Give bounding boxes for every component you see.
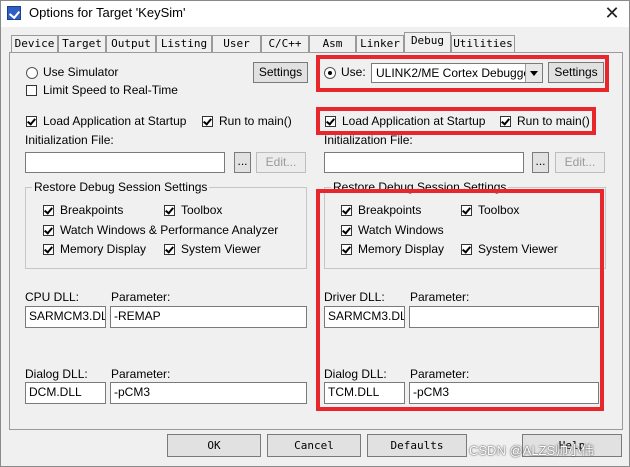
cpu-param-label: Parameter: — [111, 290, 171, 304]
use-simulator-label: Use Simulator — [43, 65, 119, 79]
left-toolbox-checkbox[interactable] — [164, 205, 175, 216]
tab-linker[interactable]: Linker — [356, 35, 404, 52]
left-load-app-checkbox[interactable] — [26, 116, 37, 127]
left-breakpoints-checkbox[interactable] — [43, 205, 54, 216]
left-memory-display-checkbox[interactable] — [43, 244, 54, 255]
tab-asm[interactable]: Asm — [309, 35, 356, 52]
left-load-app-label: Load Application at Startup — [43, 114, 187, 128]
window-title: Options for Target 'KeySim' — [29, 5, 186, 20]
highlight-load-run — [316, 107, 596, 135]
left-toolbox-label: Toolbox — [181, 203, 223, 217]
highlight-debugger-select — [316, 55, 609, 92]
right-init-file-input[interactable] — [324, 152, 524, 173]
simulator-settings-button[interactable]: Settings — [253, 62, 308, 83]
title-bar: Options for Target 'KeySim' ✕ — [1, 1, 629, 27]
cpu-dll-label: CPU DLL: — [25, 290, 80, 304]
cpu-param-input[interactable]: -REMAP — [110, 306, 307, 328]
left-system-viewer-label: System Viewer — [181, 242, 261, 256]
tab-user[interactable]: User — [212, 35, 261, 52]
use-simulator-radio[interactable] — [26, 67, 38, 79]
close-icon[interactable]: ✕ — [601, 3, 623, 23]
limit-speed-checkbox[interactable] — [26, 85, 37, 96]
right-edit-button[interactable]: Edit... — [555, 152, 605, 173]
options-dialog: Options for Target 'KeySim' ✕ Device Tar… — [0, 0, 630, 467]
left-memory-display-label: Memory Display — [60, 242, 147, 256]
left-init-file-input[interactable] — [25, 152, 225, 173]
cancel-button[interactable]: Cancel — [267, 434, 361, 457]
left-browse-button[interactable]: ... — [234, 152, 251, 173]
left-dialog-param-label: Parameter: — [111, 367, 171, 381]
left-breakpoints-label: Breakpoints — [60, 203, 124, 217]
left-dialog-dll-label: Dialog DLL: — [25, 367, 88, 381]
left-run-to-main-checkbox[interactable] — [202, 116, 213, 127]
watermark-text: CSDN @ALZS帅小伟 — [469, 443, 595, 458]
highlight-restore-dll — [316, 189, 604, 411]
cpu-dll-input[interactable]: SARMCM3.DLL — [25, 306, 106, 328]
left-watch-windows-checkbox[interactable] — [43, 225, 54, 236]
left-watch-windows-label: Watch Windows & Performance Analyzer — [60, 223, 279, 237]
left-dialog-param-input[interactable]: -pCM3 — [110, 382, 307, 404]
right-browse-button[interactable]: ... — [532, 152, 549, 173]
tab-debug[interactable]: Debug — [404, 32, 451, 52]
tab-device[interactable]: Device — [11, 35, 58, 52]
tab-utilities[interactable]: Utilities — [451, 35, 515, 52]
left-dialog-dll-input[interactable]: DCM.DLL — [25, 382, 106, 404]
tab-c-cpp[interactable]: C/C++ — [261, 35, 309, 52]
limit-speed-label: Limit Speed to Real-Time — [43, 83, 178, 97]
left-init-file-label: Initialization File: — [25, 133, 114, 147]
left-system-viewer-checkbox[interactable] — [164, 244, 175, 255]
left-edit-button[interactable]: Edit... — [256, 152, 306, 173]
defaults-button[interactable]: Defaults — [367, 434, 467, 457]
ok-button[interactable]: OK — [167, 434, 261, 457]
keil-app-icon — [7, 6, 21, 20]
left-run-to-main-label: Run to main() — [219, 114, 292, 128]
tab-target[interactable]: Target — [58, 35, 106, 52]
tab-output[interactable]: Output — [106, 35, 156, 52]
left-restore-group-title: Restore Debug Session Settings — [32, 180, 210, 194]
tab-listing[interactable]: Listing — [156, 35, 212, 52]
right-init-file-label: Initialization File: — [324, 133, 413, 147]
